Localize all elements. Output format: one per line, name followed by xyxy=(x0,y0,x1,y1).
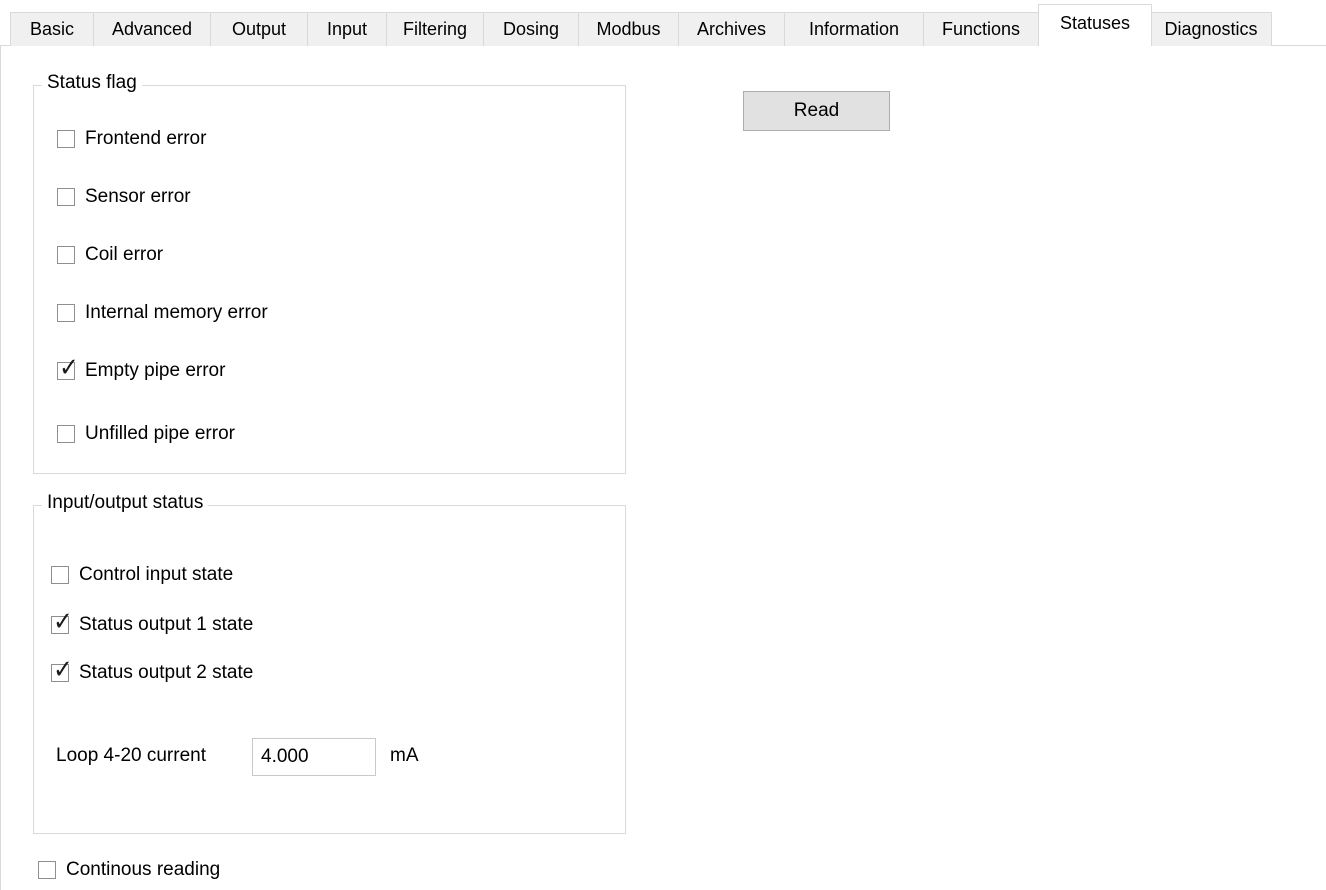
io-status-title: Input/output status xyxy=(42,492,209,514)
read-button[interactable]: Read xyxy=(743,91,890,131)
checkbox-label: Unfilled pipe error xyxy=(85,423,235,444)
tab-diagnostics[interactable]: Diagnostics xyxy=(1150,12,1272,46)
tab-archives[interactable]: Archives xyxy=(678,12,785,46)
status-flag-title: Status flag xyxy=(42,72,142,94)
tab-output[interactable]: Output xyxy=(210,12,308,46)
control-input-state-checkbox[interactable]: Control input state xyxy=(51,560,233,590)
sensor-error-checkbox[interactable]: Sensor error xyxy=(57,182,191,212)
checkbox-box[interactable] xyxy=(57,130,75,148)
tab-bar: Basic Advanced Output Input Filtering Do… xyxy=(0,0,1326,46)
internal-memory-error-checkbox[interactable]: Internal memory error xyxy=(57,298,268,328)
continuous-reading-checkbox[interactable]: Continous reading xyxy=(38,855,220,885)
checkbox-label: Sensor error xyxy=(85,186,191,207)
loop-current-label: Loop 4-20 current xyxy=(56,745,206,766)
checkbox-label: Frontend error xyxy=(85,128,207,149)
tab-input[interactable]: Input xyxy=(307,12,387,46)
status-output-1-checkbox[interactable]: Status output 1 state xyxy=(51,610,253,640)
tab-basic[interactable]: Basic xyxy=(10,12,94,46)
checkbox-box[interactable] xyxy=(51,664,69,682)
tab-functions[interactable]: Functions xyxy=(923,12,1039,46)
loop-current-field[interactable]: 4.000 xyxy=(252,738,376,776)
checkbox-label: Status output 1 state xyxy=(79,614,254,635)
tab-dosing[interactable]: Dosing xyxy=(483,12,579,46)
empty-pipe-error-checkbox[interactable]: Empty pipe error xyxy=(57,356,225,386)
checkbox-box[interactable] xyxy=(57,246,75,264)
checkbox-label: Status output 2 state xyxy=(79,662,254,683)
tab-information[interactable]: Information xyxy=(784,12,924,46)
unfilled-pipe-error-checkbox[interactable]: Unfilled pipe error xyxy=(57,419,235,449)
status-flag-group: Status flag Frontend error Sensor error … xyxy=(33,72,626,474)
status-output-2-checkbox[interactable]: Status output 2 state xyxy=(51,658,253,688)
checkbox-label: Internal memory error xyxy=(85,302,268,323)
coil-error-checkbox[interactable]: Coil error xyxy=(57,240,163,270)
checkbox-label: Empty pipe error xyxy=(85,360,226,381)
checkbox-box[interactable] xyxy=(51,616,69,634)
io-status-group: Input/output status Control input state … xyxy=(33,492,626,834)
tab-modbus[interactable]: Modbus xyxy=(578,12,679,46)
checkbox-label: Control input state xyxy=(79,564,234,585)
checkbox-box[interactable] xyxy=(57,188,75,206)
checkbox-label: Coil error xyxy=(85,244,164,265)
tab-advanced[interactable]: Advanced xyxy=(93,12,211,46)
checkbox-label: Continous reading xyxy=(66,859,221,880)
checkbox-box[interactable] xyxy=(57,425,75,443)
checkbox-box[interactable] xyxy=(51,566,69,584)
tab-filtering[interactable]: Filtering xyxy=(386,12,484,46)
frontend-error-checkbox[interactable]: Frontend error xyxy=(57,124,206,154)
checkbox-box[interactable] xyxy=(38,861,56,879)
checkbox-box[interactable] xyxy=(57,304,75,322)
loop-current-unit: mA xyxy=(390,745,419,766)
tab-statuses[interactable]: Statuses xyxy=(1038,4,1152,46)
checkbox-box[interactable] xyxy=(57,362,75,380)
